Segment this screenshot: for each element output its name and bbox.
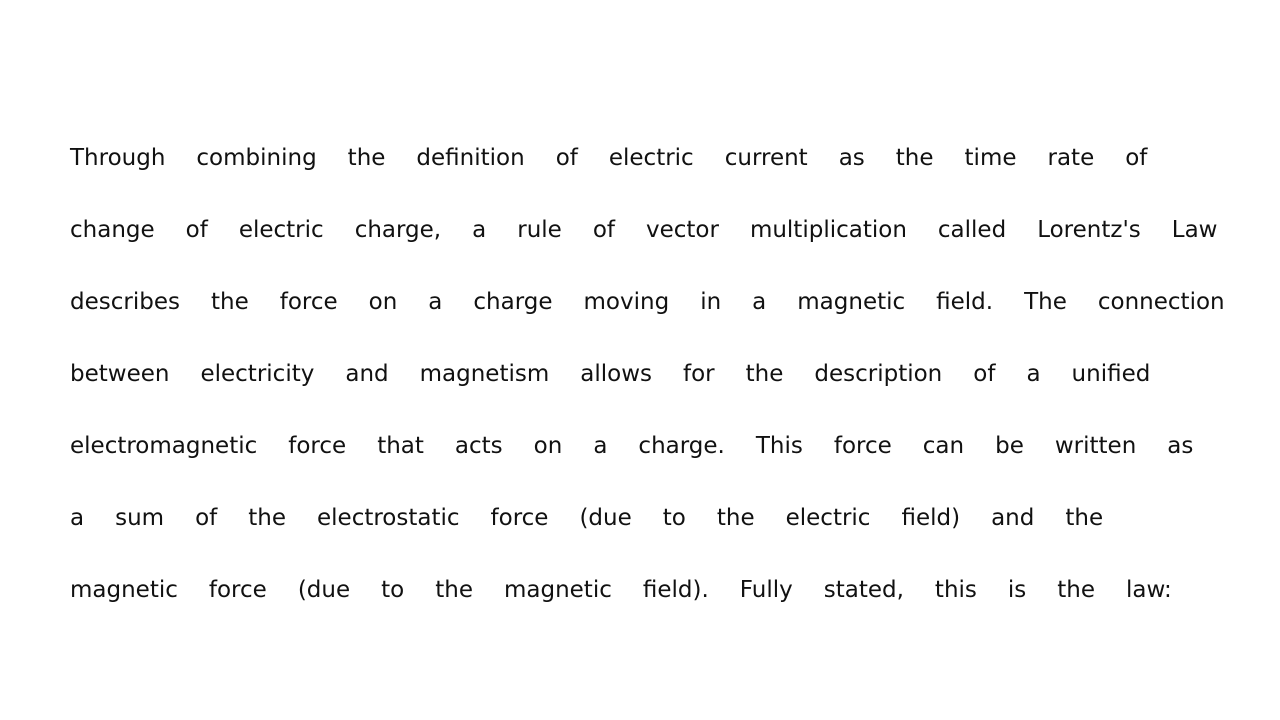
- word: law:: [1126, 577, 1172, 603]
- word: field).: [642, 577, 709, 603]
- word: description: [814, 361, 943, 387]
- text-line: electromagnetic force that acts on a charge. Th…: [70, 428, 1250, 500]
- word: multiplication: [749, 217, 907, 243]
- word: the: [1057, 577, 1096, 603]
- word: electric: [785, 505, 871, 531]
- word: electromagnetic: [70, 433, 258, 459]
- word: electricity: [200, 361, 315, 387]
- word: of: [185, 217, 208, 243]
- word: magnetic: [797, 289, 906, 315]
- word: unified: [1071, 361, 1151, 387]
- word: the: [1065, 505, 1104, 531]
- word: the: [435, 577, 473, 603]
- word: Lorentz's: [1037, 217, 1141, 243]
- word: a: [593, 433, 608, 459]
- word: acts: [454, 433, 503, 459]
- word: moving: [583, 289, 670, 315]
- text-line: describes the force on a charge moving in a magne…: [70, 284, 1250, 356]
- word: as: [838, 145, 865, 171]
- word: be: [995, 433, 1024, 459]
- word: the: [210, 289, 249, 315]
- word: Fully: [739, 577, 793, 603]
- text-line: between electricity and magnetism allows for t…: [70, 356, 1250, 428]
- word: the: [895, 145, 934, 171]
- word: of: [592, 217, 615, 243]
- word: definition: [416, 145, 525, 171]
- word: a: [752, 289, 767, 315]
- word: allows: [580, 361, 652, 387]
- word: electrostatic: [317, 505, 460, 531]
- word: Through: [70, 145, 166, 171]
- word: force: [833, 433, 892, 459]
- word: can: [922, 433, 965, 459]
- word: magnetism: [419, 361, 550, 387]
- word: force: [279, 289, 338, 315]
- word: for: [683, 361, 715, 387]
- body-paragraph: Through combining the definition of electric c…: [70, 140, 1250, 644]
- word: of: [555, 145, 578, 171]
- word: of: [195, 505, 218, 531]
- word: a: [1026, 361, 1041, 387]
- word: (due: [579, 505, 632, 531]
- word: The: [1024, 289, 1067, 315]
- word: between: [70, 361, 170, 387]
- word: magnetic: [70, 577, 178, 603]
- word: field.: [936, 289, 994, 315]
- word: and: [991, 505, 1035, 531]
- document-page: Through combining the definition of electric c…: [0, 0, 1280, 720]
- word: magnetic: [503, 577, 612, 603]
- word: combining: [196, 145, 317, 171]
- word: stated,: [823, 577, 904, 603]
- word: describes: [70, 289, 180, 315]
- word: of: [1125, 145, 1148, 171]
- word: as: [1167, 433, 1194, 459]
- word: time: [964, 145, 1017, 171]
- word: of: [973, 361, 996, 387]
- word: called: [937, 217, 1007, 243]
- word: written: [1054, 433, 1137, 459]
- word: that: [377, 433, 424, 459]
- word: charge: [473, 289, 553, 315]
- word: and: [345, 361, 389, 387]
- word: on: [533, 433, 563, 459]
- word: charge,: [354, 217, 442, 243]
- word: a: [472, 217, 487, 243]
- text-line: change of electric charge, a rule of vector mult…: [70, 212, 1250, 284]
- word: to: [662, 505, 686, 531]
- word: the: [745, 361, 784, 387]
- word: charge.: [638, 433, 725, 459]
- text-line: Through combining the definition of electric c…: [70, 140, 1250, 212]
- word: the: [347, 145, 386, 171]
- word: (due: [297, 577, 351, 603]
- word: force: [208, 577, 267, 603]
- word: change: [70, 217, 155, 243]
- word: field): [901, 505, 961, 531]
- word: Law: [1171, 217, 1218, 243]
- word: a: [428, 289, 443, 315]
- word: on: [368, 289, 398, 315]
- word: rule: [517, 217, 562, 243]
- word: electric: [608, 145, 694, 171]
- word: this: [934, 577, 977, 603]
- word: to: [381, 577, 405, 603]
- word: the: [248, 505, 286, 531]
- text-line: a sum of the electrostatic force (due to the elec…: [70, 500, 1250, 572]
- word: a: [70, 505, 85, 531]
- word: is: [1007, 577, 1027, 603]
- word: force: [490, 505, 549, 531]
- word: connection: [1097, 289, 1225, 315]
- word: current: [724, 145, 808, 171]
- word: vector: [645, 217, 719, 243]
- word: electric: [238, 217, 324, 243]
- word: This: [755, 433, 803, 459]
- text-line: magnetic force (due to the magnetic field). Ful…: [70, 572, 1250, 644]
- word: in: [700, 289, 722, 315]
- word: the: [716, 505, 755, 531]
- word: sum: [115, 505, 165, 531]
- word: rate: [1047, 145, 1095, 171]
- word: force: [288, 433, 347, 459]
